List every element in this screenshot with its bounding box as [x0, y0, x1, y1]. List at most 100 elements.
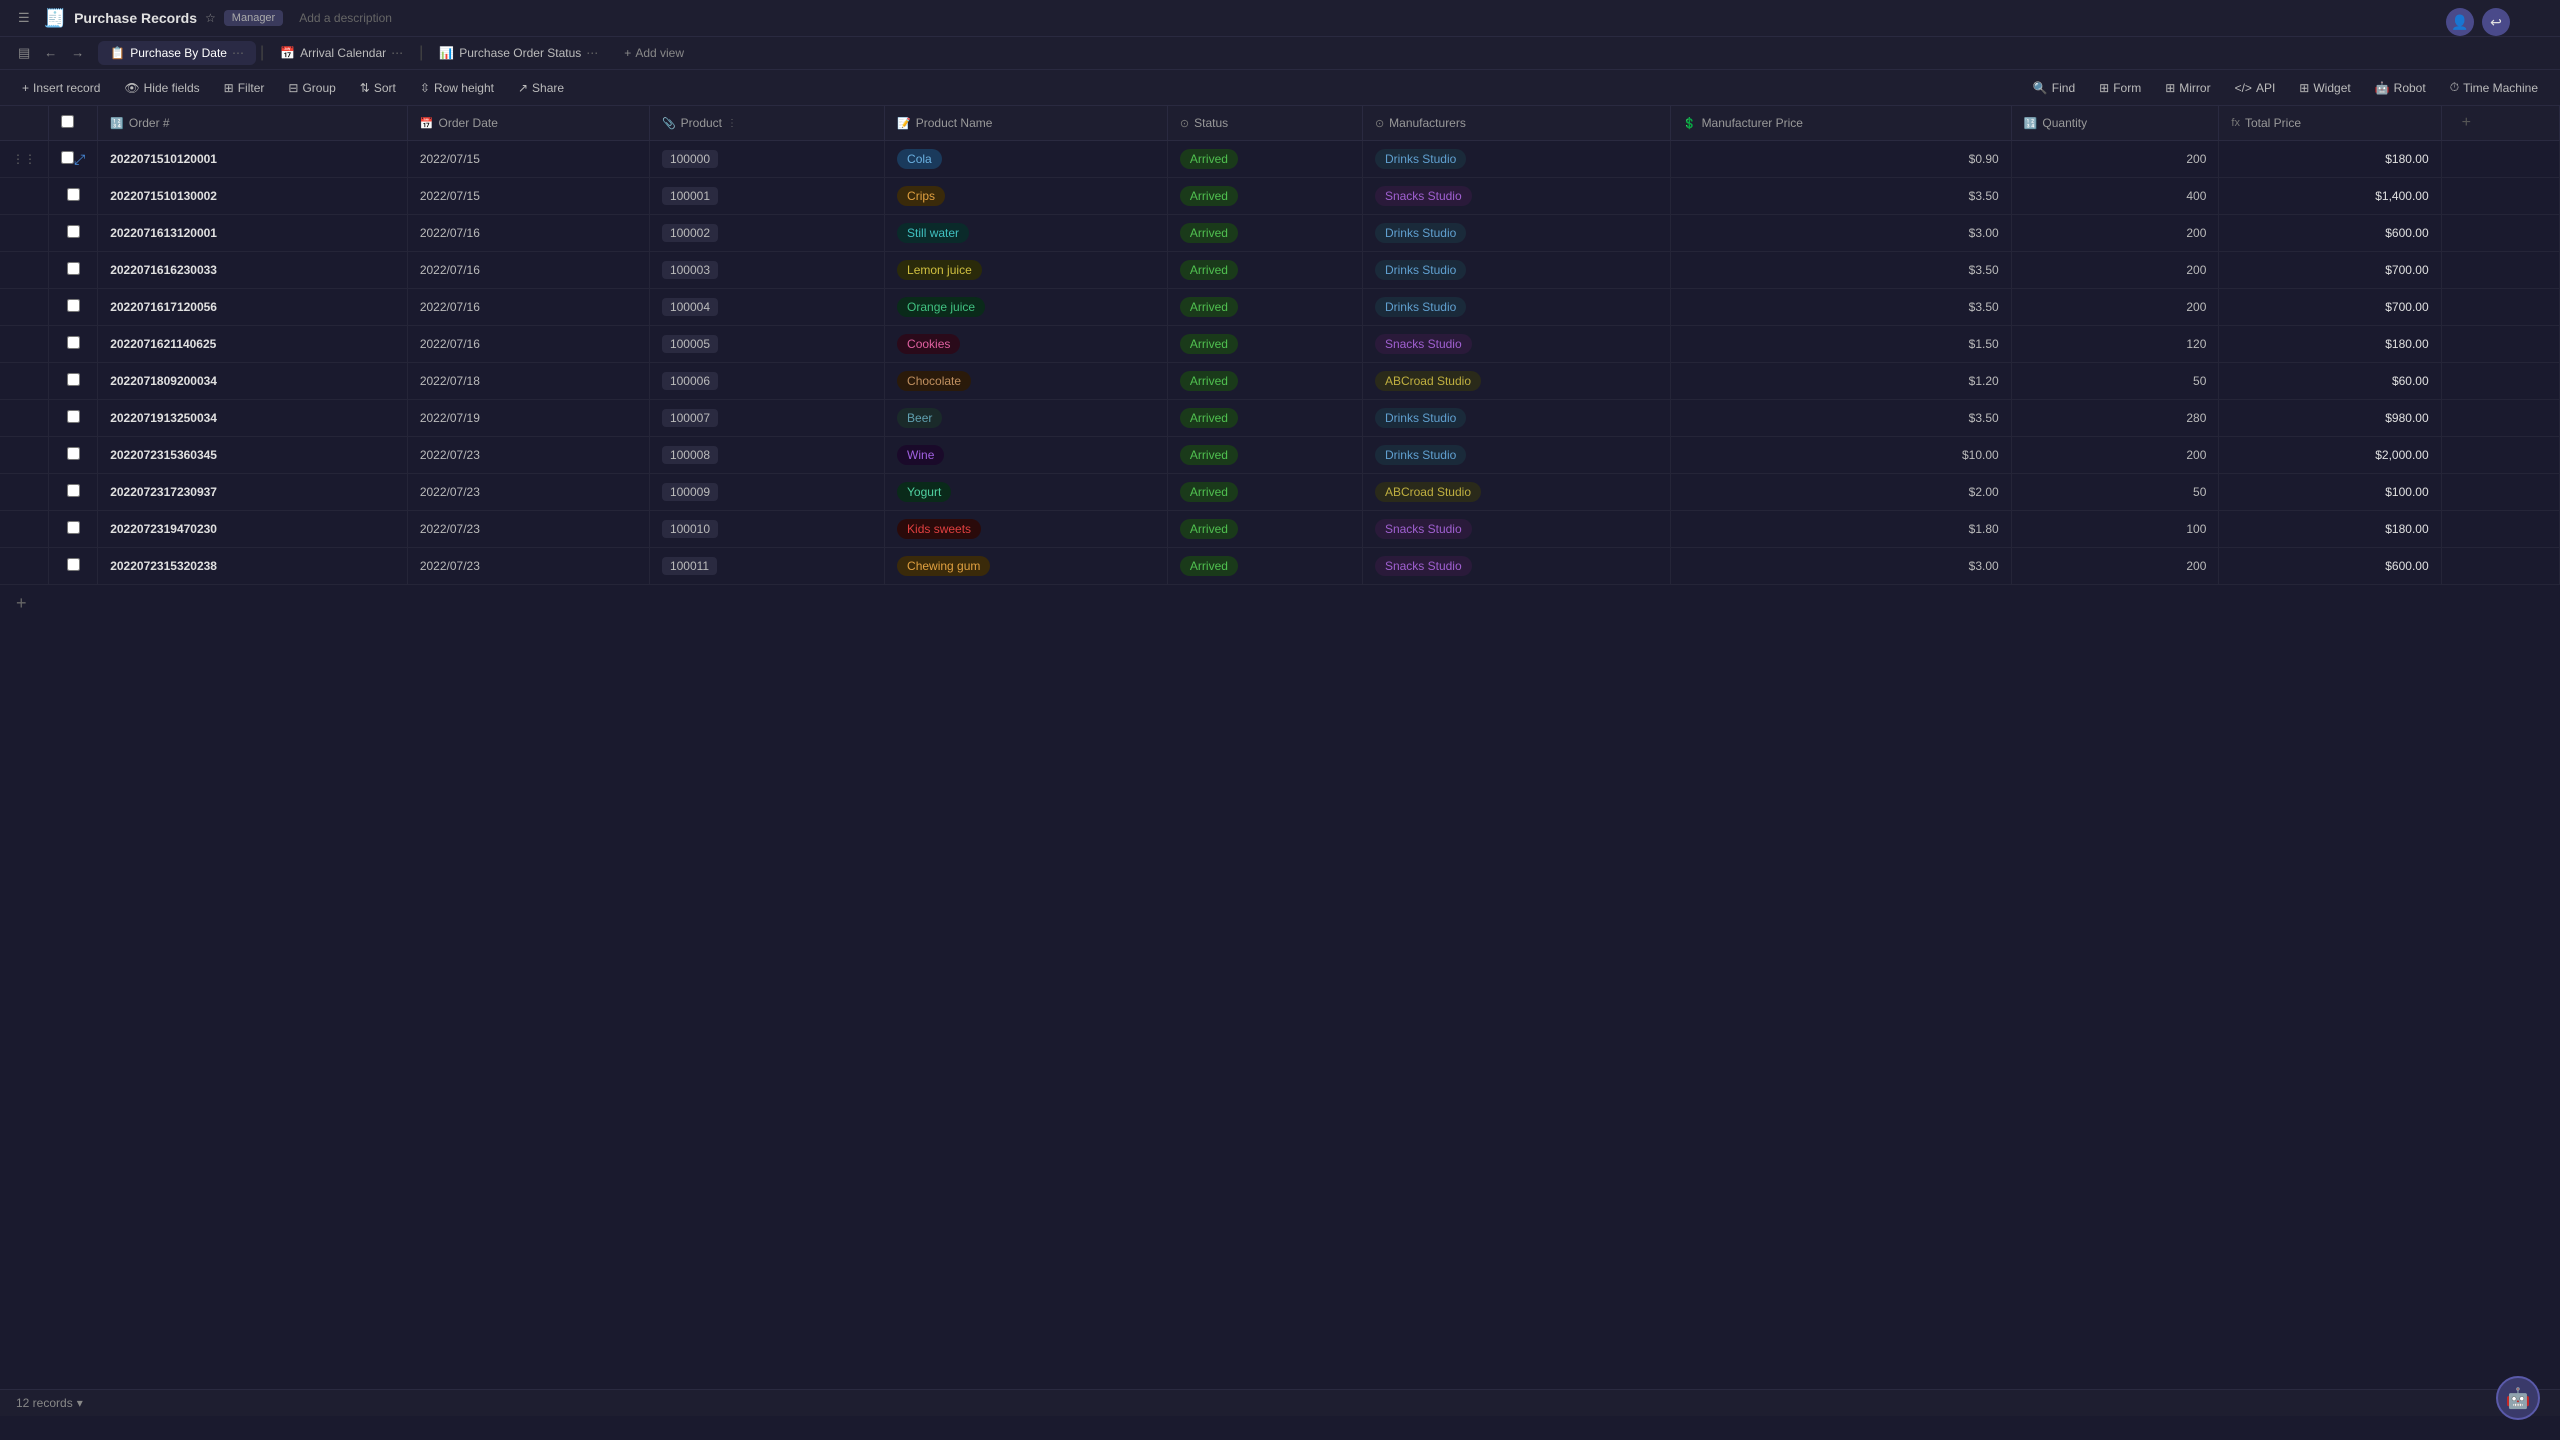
add-column-icon[interactable]: + — [2454, 110, 2479, 135]
share-label: Share — [532, 81, 564, 95]
row-checkbox[interactable] — [67, 299, 80, 312]
table-row[interactable]: 20220723172309372022/07/23100009YogurtAr… — [0, 474, 2560, 511]
sort-label: Sort — [374, 81, 396, 95]
status-badge: Arrived — [1180, 445, 1238, 465]
add-view-button[interactable]: + Add view — [614, 41, 694, 65]
sort-button[interactable]: ⇅ Sort — [350, 76, 406, 100]
col-header-total-price[interactable]: fx Total Price — [2219, 106, 2441, 141]
row-checkbox[interactable] — [67, 410, 80, 423]
row-checkbox[interactable] — [67, 336, 80, 349]
mirror-label: Mirror — [2179, 81, 2210, 95]
table-row[interactable]: 20220715101300022022/07/15100001CripsArr… — [0, 178, 2560, 215]
total-price-cell: $180.00 — [2219, 141, 2441, 178]
table-row[interactable]: 20220719132500342022/07/19100007BeerArri… — [0, 400, 2560, 437]
row-checkbox[interactable] — [67, 521, 80, 534]
app-description[interactable]: Add a description — [299, 11, 392, 25]
row-checkbox[interactable] — [67, 262, 80, 275]
table-row[interactable]: 20220718092000342022/07/18100006Chocolat… — [0, 363, 2560, 400]
time-machine-button[interactable]: ⏱ Time Machine — [2440, 75, 2548, 100]
row-checkbox[interactable] — [67, 225, 80, 238]
table-row[interactable]: ⋮⋮⤢20220715101200012022/07/15100000ColaA… — [0, 141, 2560, 178]
form-button[interactable]: ⊞ Form — [2089, 76, 2151, 100]
col-header-order-num[interactable]: 🔢 Order # — [98, 106, 408, 141]
row-height-button[interactable]: ⇳ Row height — [410, 76, 504, 100]
table-row[interactable]: 20220723153202382022/07/23100011Chewing … — [0, 548, 2560, 585]
row-checkbox[interactable] — [67, 188, 80, 201]
status-badge: Arrived — [1180, 297, 1238, 317]
share-button[interactable]: ↗ Share — [508, 76, 574, 100]
table-row[interactable]: 20220716171200562022/07/16100004Orange j… — [0, 289, 2560, 326]
col-product-label: Product — [681, 116, 722, 130]
order-date-cell: 2022/07/16 — [407, 289, 649, 326]
row-checkbox[interactable] — [67, 484, 80, 497]
manufacturer-cell: Drinks Studio — [1362, 400, 1670, 437]
col-add-button[interactable]: + — [2441, 106, 2559, 141]
select-all-checkbox[interactable] — [61, 115, 74, 128]
mirror-button[interactable]: ⊞ Mirror — [2155, 76, 2220, 100]
product-code-badge: 100004 — [662, 298, 718, 316]
row-expand-button[interactable]: ⤢ — [74, 151, 85, 167]
insert-record-button[interactable]: + Insert record — [12, 76, 110, 100]
table-row[interactable]: 20220716211406252022/07/16100005CookiesA… — [0, 326, 2560, 363]
nav-sidebar-btn[interactable]: ▤ — [12, 42, 36, 64]
row-checkbox-cell — [49, 326, 98, 363]
order-date-cell: 2022/07/16 — [407, 215, 649, 252]
add-row-button[interactable]: + — [0, 585, 43, 622]
col-header-product[interactable]: 📎 Product ⋮ — [649, 106, 884, 141]
col-header-manufacturer-price[interactable]: 💲 Manufacturer Price — [1670, 106, 2011, 141]
product-col-menu[interactable]: ⋮ — [727, 118, 737, 129]
status-badge: Arrived — [1180, 260, 1238, 280]
filter-button[interactable]: ⊞ Filter — [214, 76, 275, 100]
col-header-order-date[interactable]: 📅 Order Date — [407, 106, 649, 141]
find-button[interactable]: 🔍 Find — [2023, 76, 2085, 100]
manufacturer-cell: Drinks Studio — [1362, 141, 1670, 178]
tab-arrival-calendar[interactable]: 📅 Arrival Calendar ⋯ — [268, 41, 415, 65]
product-name-cell: Cola — [885, 141, 1168, 178]
product-code-cell: 100008 — [649, 437, 884, 474]
api-button[interactable]: </> API — [2225, 76, 2286, 100]
tab-purchase-by-date[interactable]: 📋 Purchase By Date ⋯ — [98, 41, 256, 65]
robot-button[interactable]: 🤖 Robot — [2365, 76, 2436, 100]
nav-back-btn[interactable]: ← — [38, 42, 63, 64]
tab-arrival-calendar-icon: 📅 — [280, 46, 295, 60]
product-name-cell: Crips — [885, 178, 1168, 215]
tab-arrival-calendar-menu[interactable]: ⋯ — [391, 46, 403, 60]
col-header-status[interactable]: ⊙ Status — [1167, 106, 1362, 141]
manufacturer-price-cell: $0.90 — [1670, 141, 2011, 178]
total-price-cell: $60.00 — [2219, 363, 2441, 400]
quantity-cell: 280 — [2011, 400, 2219, 437]
row-checkbox[interactable] — [67, 447, 80, 460]
drag-dots[interactable]: ⋮⋮ — [12, 152, 36, 166]
time-machine-label: Time Machine — [2463, 81, 2538, 95]
group-button[interactable]: ⊟ Group — [278, 76, 345, 100]
table-row[interactable]: 20220716131200012022/07/16100002Still wa… — [0, 215, 2560, 252]
nav-forward-btn[interactable]: → — [65, 42, 90, 64]
product-code-badge: 100000 — [662, 150, 718, 168]
row-checkbox[interactable] — [61, 151, 74, 164]
tab-purchase-by-date-menu[interactable]: ⋯ — [232, 46, 244, 60]
extra-col-cell — [2441, 474, 2559, 511]
row-checkbox[interactable] — [67, 373, 80, 386]
col-header-manufacturers[interactable]: ⊙ Manufacturers — [1362, 106, 1670, 141]
row-checkbox[interactable] — [67, 558, 80, 571]
bottom-avatar-button[interactable]: 🤖 — [2496, 1376, 2540, 1420]
table-row[interactable]: 20220716162300332022/07/16100003Lemon ju… — [0, 252, 2560, 289]
sidebar-toggle[interactable]: ☰ — [12, 6, 36, 30]
tab-purchase-order-status-menu[interactable]: ⋯ — [586, 46, 598, 60]
hide-fields-button[interactable]: 👁 Hide fields — [114, 76, 209, 100]
table-row[interactable]: 20220723194702302022/07/23100010Kids swe… — [0, 511, 2560, 548]
user-avatar[interactable]: 👤 — [2446, 8, 2474, 36]
tab-sep-1: | — [260, 44, 264, 62]
record-count-dropdown-icon[interactable]: ▾ — [77, 1396, 83, 1410]
star-icon[interactable]: ☆ — [205, 11, 216, 25]
tab-purchase-order-status[interactable]: 📊 Purchase Order Status ⋯ — [427, 41, 610, 65]
total-price-icon: fx — [2231, 117, 2240, 129]
tab-arrival-calendar-label: Arrival Calendar — [300, 46, 386, 60]
col-header-product-name[interactable]: 📝 Product Name — [885, 106, 1168, 141]
table-row[interactable]: 20220723153603452022/07/23100008WineArri… — [0, 437, 2560, 474]
action-avatar[interactable]: ↩ — [2482, 8, 2510, 36]
col-header-quantity[interactable]: 🔢 Quantity — [2011, 106, 2219, 141]
widget-button[interactable]: ⊞ Widget — [2289, 76, 2360, 100]
quantity-cell: 400 — [2011, 178, 2219, 215]
time-machine-icon: ⏱ — [2450, 80, 2459, 95]
